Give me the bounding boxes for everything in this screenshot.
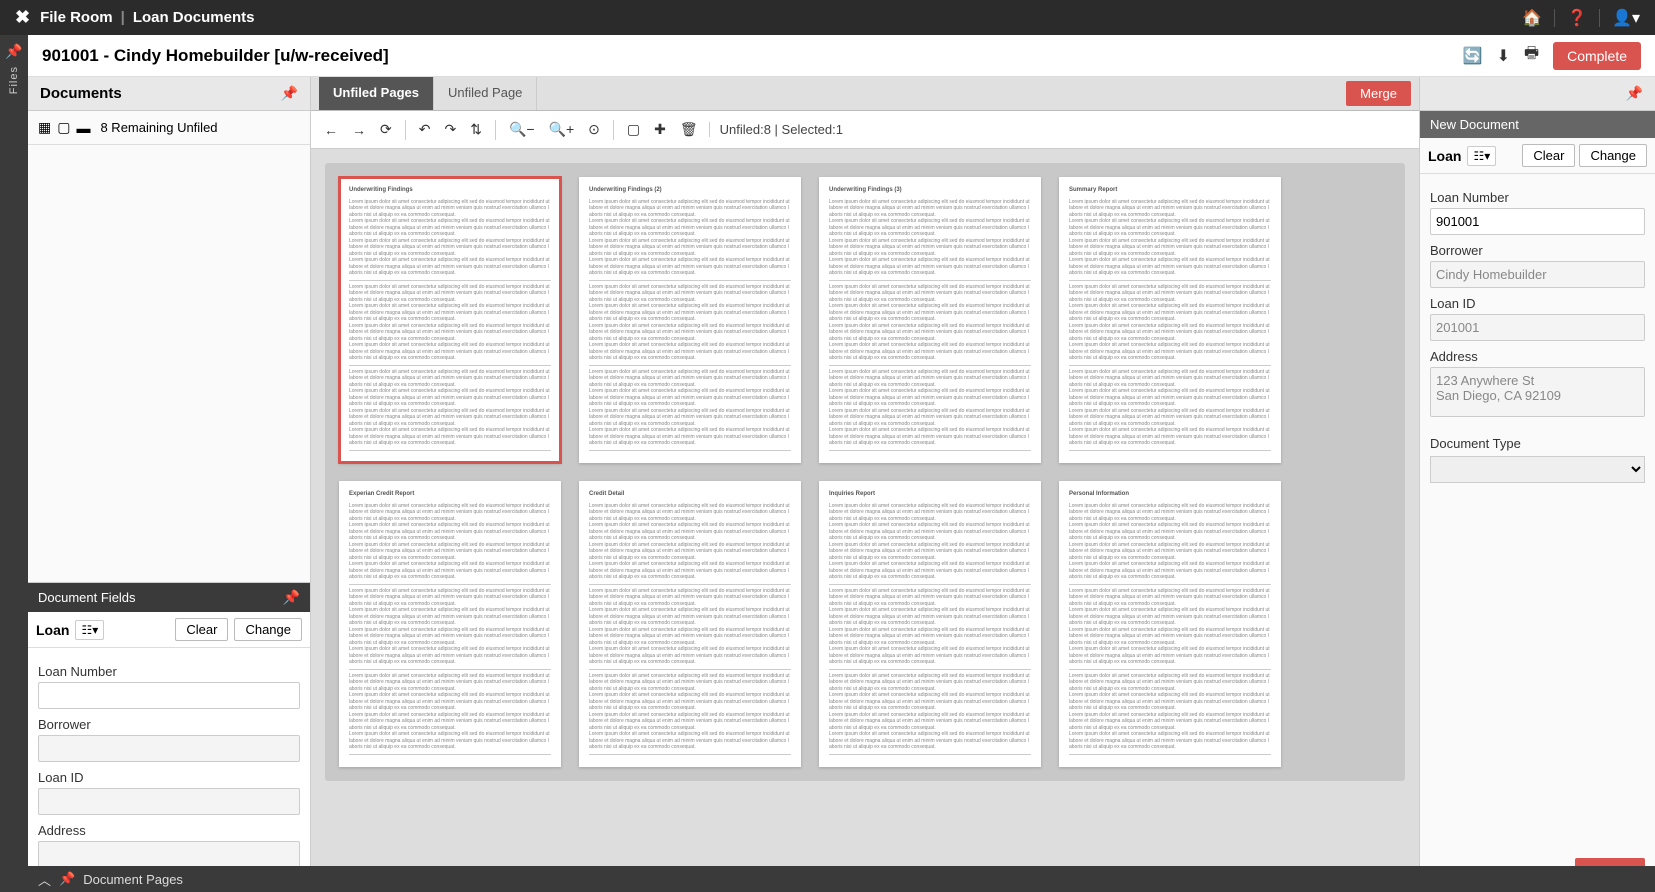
loan-id-label: Loan ID bbox=[1430, 296, 1645, 311]
loan-id-label: Loan ID bbox=[38, 770, 300, 785]
pin-icon[interactable]: 📌 bbox=[1626, 85, 1643, 102]
bottom-bar: ︿ 📌 Document Pages bbox=[28, 866, 1655, 892]
pin-icon[interactable]: 📌 bbox=[283, 589, 300, 606]
zoom-in-icon[interactable]: 🔍+ bbox=[546, 118, 578, 141]
complete-button[interactable]: Complete bbox=[1553, 42, 1641, 70]
borrower-label: Borrower bbox=[1430, 243, 1645, 258]
loan-number-label: Loan Number bbox=[1430, 190, 1645, 205]
address-input[interactable]: 123 Anywhere St San Diego, CA 92109 bbox=[1430, 367, 1645, 417]
add-icon[interactable]: ✚ bbox=[651, 118, 669, 141]
expand-up-icon[interactable]: ︿ bbox=[38, 870, 51, 889]
refresh-icon[interactable]: ⟳ bbox=[377, 118, 395, 141]
address-label: Address bbox=[1430, 349, 1645, 364]
documents-toolbar: ▦ ▢ ▬ 8 Remaining Unfiled bbox=[28, 111, 310, 145]
forward-icon[interactable]: → bbox=[349, 119, 369, 141]
expand-icon[interactable]: ▢ bbox=[57, 119, 70, 136]
help-icon[interactable]: ❓ bbox=[1567, 8, 1587, 28]
loan-dropdown-label: Loan bbox=[36, 622, 69, 638]
loan-title: 901001 - Cindy Homebuilder [u/w-received… bbox=[42, 46, 389, 66]
print-icon[interactable]: 🖶 bbox=[1524, 42, 1539, 69]
merge-button[interactable]: Merge bbox=[1346, 81, 1411, 106]
loan-id-input[interactable] bbox=[38, 788, 300, 815]
loan-dropdown-icon[interactable]: ☷▾ bbox=[1467, 146, 1496, 166]
document-type-label: Document Type bbox=[1430, 436, 1645, 451]
fit-icon[interactable]: ⊙ bbox=[585, 118, 603, 141]
page-thumbnail[interactable]: Experian Credit ReportLorem ipsum dolor … bbox=[339, 481, 561, 767]
clear-button[interactable]: Clear bbox=[175, 618, 228, 641]
divider bbox=[1599, 9, 1600, 27]
clear-button[interactable]: Clear bbox=[1522, 144, 1575, 167]
loan-dropdown-label: Loan bbox=[1428, 148, 1461, 164]
loan-number-input[interactable] bbox=[38, 682, 300, 709]
page-thumbnail[interactable]: Underwriting FindingsLorem ipsum dolor s… bbox=[339, 177, 561, 463]
refresh-icon[interactable]: 🔄 bbox=[1463, 46, 1483, 66]
pin-icon[interactable]: 📌 bbox=[59, 871, 75, 887]
breadcrumb-separator: | bbox=[121, 9, 125, 26]
documents-panel-header: Documents 📌 bbox=[28, 77, 310, 111]
loan-dropdown-icon[interactable]: ☷▾ bbox=[75, 620, 104, 640]
change-button[interactable]: Change bbox=[234, 618, 302, 641]
divider bbox=[1554, 9, 1555, 27]
tab-unfiled-pages[interactable]: Unfiled Pages bbox=[319, 77, 434, 110]
documents-title: Documents bbox=[40, 85, 122, 102]
files-sidebar-tab[interactable]: 📌 Files bbox=[0, 35, 28, 892]
page-thumbnail[interactable]: Inquiries ReportLorem ipsum dolor sit am… bbox=[819, 481, 1041, 767]
document-fields-header: Document Fields 📌 bbox=[28, 583, 310, 612]
grid-view-icon[interactable]: ▦ bbox=[38, 119, 51, 136]
address-label: Address bbox=[38, 823, 300, 838]
download-icon[interactable]: ⬇ bbox=[1497, 46, 1510, 66]
tab-unfiled-page[interactable]: Unfiled Page bbox=[434, 77, 537, 110]
app-logo-icon: ✖ bbox=[15, 7, 30, 28]
redo-icon[interactable]: ↷ bbox=[441, 118, 459, 141]
document-fields-title: Document Fields bbox=[38, 590, 136, 605]
home-icon[interactable]: 🏠 bbox=[1522, 8, 1542, 28]
document-type-select[interactable] bbox=[1430, 456, 1645, 483]
loan-id-input[interactable] bbox=[1430, 314, 1645, 341]
new-document-header: New Document bbox=[1420, 111, 1655, 138]
unfiled-count: 8 Remaining Unfiled bbox=[100, 120, 217, 135]
files-tab-label: Files bbox=[8, 66, 20, 94]
sort-icon[interactable]: ⇅ bbox=[467, 118, 485, 141]
center-toolbar: ← → ⟳ ↶ ↷ ⇅ 🔍− 🔍+ ⊙ ▢ ✚ 🗑 Unfiled:8 | Se… bbox=[311, 111, 1419, 149]
loan-header: 901001 - Cindy Homebuilder [u/w-received… bbox=[28, 35, 1655, 77]
borrower-input[interactable] bbox=[1430, 261, 1645, 288]
delete-icon[interactable]: 🗑 bbox=[677, 118, 701, 141]
page-thumbnail[interactable]: Credit DetailLorem ipsum dolor sit amet … bbox=[579, 481, 801, 767]
collapse-icon[interactable]: ▬ bbox=[76, 120, 90, 136]
page-thumbnail[interactable]: Personal InformationLorem ipsum dolor si… bbox=[1059, 481, 1281, 767]
loan-number-input[interactable] bbox=[1430, 208, 1645, 235]
pin-icon[interactable]: 📌 bbox=[281, 85, 298, 102]
top-bar: ✖ File Room | Loan Documents 🏠 ❓ 👤▾ bbox=[0, 0, 1655, 35]
right-panel-header: 📌 bbox=[1420, 77, 1655, 111]
document-pages-label: Document Pages bbox=[83, 872, 183, 887]
zoom-out-icon[interactable]: 🔍− bbox=[506, 118, 538, 141]
page-thumbnail[interactable]: Summary ReportLorem ipsum dolor sit amet… bbox=[1059, 177, 1281, 463]
loan-number-label: Loan Number bbox=[38, 664, 300, 679]
pin-icon[interactable]: 📌 bbox=[5, 43, 22, 60]
tabs-row: Unfiled Pages Unfiled Page Merge bbox=[311, 77, 1419, 111]
undo-icon[interactable]: ↶ bbox=[416, 118, 434, 141]
page-thumbnail[interactable]: Underwriting Findings (3)Lorem ipsum dol… bbox=[819, 177, 1041, 463]
address-input[interactable] bbox=[38, 841, 300, 868]
section-title: Loan Documents bbox=[133, 9, 255, 26]
back-icon[interactable]: ← bbox=[321, 119, 341, 141]
select-icon[interactable]: ▢ bbox=[624, 118, 643, 141]
change-button[interactable]: Change bbox=[1579, 144, 1647, 167]
borrower-label: Borrower bbox=[38, 717, 300, 732]
selection-status: Unfiled:8 | Selected:1 bbox=[709, 122, 843, 137]
page-thumbnail[interactable]: Underwriting Findings (2)Lorem ipsum dol… bbox=[579, 177, 801, 463]
user-menu-icon[interactable]: 👤▾ bbox=[1612, 8, 1640, 28]
thumbnail-area: Underwriting FindingsLorem ipsum dolor s… bbox=[311, 149, 1419, 892]
app-title: File Room bbox=[40, 9, 113, 26]
borrower-input[interactable] bbox=[38, 735, 300, 762]
